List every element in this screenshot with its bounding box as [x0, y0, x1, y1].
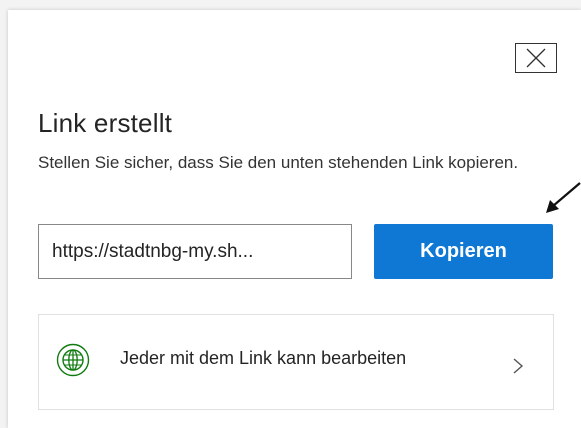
link-permission-settings[interactable]: Jeder mit dem Link kann bearbeiten: [38, 314, 554, 410]
close-button[interactable]: [515, 43, 557, 73]
copy-button[interactable]: Kopieren: [374, 224, 553, 279]
link-field[interactable]: [38, 224, 352, 279]
globe-icon: [56, 343, 90, 377]
dialog-title: Link erstellt: [38, 108, 173, 138]
share-link-dialog: Link erstellt Stellen Sie sicher, dass S…: [8, 10, 581, 428]
chevron-right-icon: [513, 358, 524, 374]
pointer-arrow-icon: [546, 182, 581, 213]
permission-label: Jeder mit dem Link kann bearbeiten: [120, 348, 407, 368]
dialog-description: Stellen Sie sicher, dass Sie den unten s…: [38, 153, 519, 172]
close-icon: [526, 48, 546, 68]
